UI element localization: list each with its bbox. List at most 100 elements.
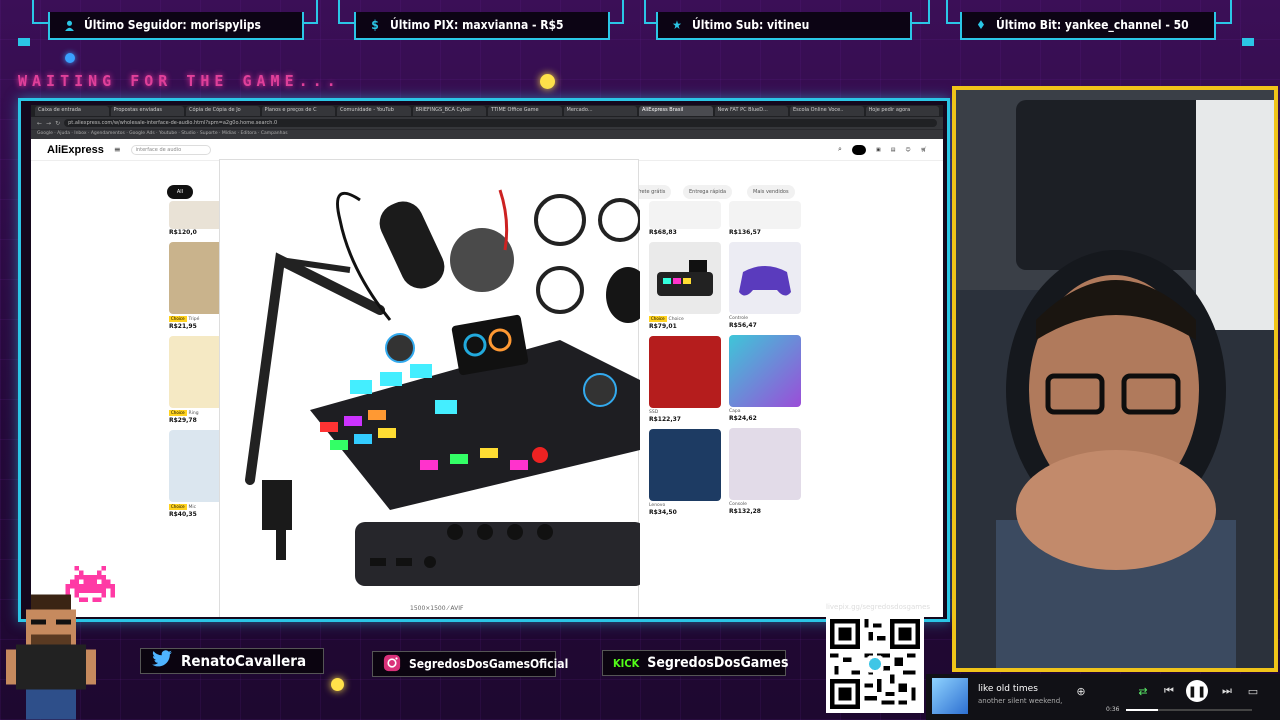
product-card[interactable]: R$68,83 xyxy=(649,201,721,236)
album-art xyxy=(932,678,968,714)
product-card[interactable]: R$136,57 xyxy=(729,201,801,236)
livepix-qr-code xyxy=(826,615,924,713)
product-card[interactable]: Capa R$24,62 xyxy=(729,335,801,422)
product-image xyxy=(729,201,801,229)
pixel-avatar xyxy=(6,594,96,720)
browser-tab[interactable]: Planos e preços de C xyxy=(261,106,335,116)
browser-tab[interactable]: Propostas enviadas xyxy=(110,106,184,116)
url-field[interactable]: pt.aliexpress.com/w/wholesale-interface-… xyxy=(64,119,937,127)
browser-tab[interactable]: Mercado... xyxy=(563,106,637,116)
product-price: R$79,01 xyxy=(649,323,677,330)
product-column-right-1: R$68,83 Choice Choice R$79,01 SSD R$122,3… xyxy=(649,201,721,516)
search-input[interactable]: interface de audio xyxy=(130,144,211,155)
last-bit-text: Último Bit: yankee_channel - 50 xyxy=(996,18,1189,32)
next-icon[interactable]: ⏭︎ xyxy=(1218,682,1236,700)
browser-tab[interactable]: TTIME Office Game xyxy=(488,106,562,116)
cart-icon[interactable]: 🛒︎ xyxy=(921,147,927,153)
product-column-right-2: R$136,57 Controle R$56,47 Capa R$24,62 C… xyxy=(729,201,801,515)
product-card[interactable]: SSD R$122,37 xyxy=(649,336,721,423)
browser-tab[interactable]: New FAT PC BlueD... xyxy=(714,106,788,116)
coin-icon xyxy=(331,678,344,691)
accent-block xyxy=(18,38,30,46)
last-pix-alert: $ Último PIX: maxvianna - R$5 xyxy=(354,12,610,40)
last-sub-text: Último Sub: vitineu xyxy=(692,18,810,32)
product-card[interactable]: Choice Choice R$79,01 xyxy=(649,242,721,330)
kick-handle: KICK SegredosDosGames xyxy=(602,650,788,676)
camera-search-icon[interactable]: ⌕ xyxy=(838,145,842,154)
elapsed-time: 0:36 xyxy=(1106,706,1120,713)
product-price: R$24,62 xyxy=(729,415,757,422)
language-icon[interactable]: ▤ xyxy=(891,147,896,153)
product-card[interactable]: Console R$132,28 xyxy=(729,428,801,515)
product-image xyxy=(729,335,801,407)
screen-capture-frame: Caixa de entrada Propostas enviadas Cópi… xyxy=(18,98,950,622)
shuffle-icon[interactable]: ⇄ xyxy=(1134,682,1152,700)
product-price: R$122,37 xyxy=(649,416,681,423)
browser-tab[interactable]: Hoje pedir agora xyxy=(865,106,939,116)
star-icon: ★ xyxy=(672,18,682,32)
menu-icon[interactable]: ≡ xyxy=(114,145,121,154)
filter-chip-all[interactable]: All xyxy=(167,185,193,199)
progress-bar[interactable] xyxy=(1126,709,1252,711)
audio-interface-kit-image xyxy=(245,189,650,586)
gem-icon: ♦ xyxy=(976,18,986,32)
browser-tabs: Caixa de entrada Propostas enviadas Cópi… xyxy=(31,105,943,117)
webcam-feed xyxy=(956,90,1274,668)
product-label: Lenovo xyxy=(649,503,666,508)
browser-tab[interactable]: Caixa de entrada xyxy=(35,106,109,116)
blue-dot xyxy=(65,53,75,63)
product-price: R$132,28 xyxy=(729,508,761,515)
instagram-username: SegredosDosGamesOficial xyxy=(409,657,569,671)
filter-chip[interactable]: Entrega rápida xyxy=(683,185,733,199)
product-image xyxy=(649,201,721,229)
product-image-preview[interactable]: 1500×1500 ⁄ AVIF xyxy=(219,159,650,617)
browser-tab[interactable]: Comunidade - YouTub xyxy=(337,106,411,116)
aliexpress-header: AliExpress ≡ interface de audio ⌕ ▣ ▤ ☺ … xyxy=(31,139,943,161)
twitter-handle: RenatoCavallera xyxy=(140,648,324,674)
forward-icon[interactable]: → xyxy=(46,120,51,127)
pause-button[interactable]: ❚❚ xyxy=(1186,680,1208,702)
product-price: R$34,50 xyxy=(649,509,677,516)
track-artist: another silent weekend, l xyxy=(978,697,1062,705)
last-pix-text: Último PIX: maxvianna - R$5 xyxy=(390,18,564,32)
app-icon[interactable]: ▣ xyxy=(876,147,881,153)
reload-icon[interactable]: ↻ xyxy=(55,120,60,127)
webcam-frame xyxy=(952,86,1278,672)
twitter-icon xyxy=(151,650,173,672)
kick-icon: KICK xyxy=(613,656,640,670)
product-label: Console xyxy=(729,502,747,507)
last-follower-alert: Último Seguidor: morispylips xyxy=(48,12,304,40)
browser-tab[interactable]: BRIEFINGS_BCA Cyber xyxy=(412,106,486,116)
qr-label: livepix.gg/segredosdosgames xyxy=(826,603,931,611)
music-player: like old times another silent weekend, l… xyxy=(926,674,1280,720)
image-size-caption: 1500×1500 ⁄ AVIF xyxy=(410,605,464,612)
add-icon[interactable]: ⊕ xyxy=(1072,682,1090,700)
bookmarks-bar[interactable]: Google · Ajuda · Inbox · Agendamentos · … xyxy=(31,129,943,139)
product-card[interactable]: Controle R$56,47 xyxy=(729,242,801,329)
browser-window: Caixa de entrada Propostas enviadas Cópi… xyxy=(31,105,943,617)
last-sub-alert: ★ Último Sub: vitineu xyxy=(656,12,912,40)
browser-tab[interactable]: Escola Online Voce.. xyxy=(790,106,864,116)
last-follower-text: Último Seguidor: morispylips xyxy=(84,18,261,32)
product-label: Controle xyxy=(729,316,749,321)
last-bit-alert: ♦ Último Bit: yankee_channel - 50 xyxy=(960,12,1216,40)
browser-tab-active[interactable]: AliExpress Brasil xyxy=(639,106,713,116)
devices-icon[interactable]: ▭ xyxy=(1244,682,1262,700)
back-icon[interactable]: ← xyxy=(37,120,42,127)
search-button[interactable] xyxy=(851,144,866,155)
account-icon[interactable]: ☺ xyxy=(905,147,910,153)
product-price: R$56,47 xyxy=(729,322,757,329)
aliexpress-logo[interactable]: AliExpress xyxy=(47,144,104,156)
product-image xyxy=(729,428,801,500)
accent-block xyxy=(1242,38,1254,46)
product-price: R$136,57 xyxy=(729,229,761,236)
product-card[interactable]: Lenovo R$34,50 xyxy=(649,429,721,516)
product-price: R$68,83 xyxy=(649,229,677,236)
instagram-icon xyxy=(383,654,401,675)
browser-tab[interactable]: Cópia de Cópia de Jo xyxy=(186,106,260,116)
product-image xyxy=(729,242,801,314)
filter-chip[interactable]: Mais vendidos xyxy=(747,185,795,199)
user-icon xyxy=(62,18,76,32)
previous-icon[interactable]: ⏮︎ xyxy=(1160,682,1178,700)
instagram-handle: SegredosDosGamesOficial xyxy=(372,651,568,677)
